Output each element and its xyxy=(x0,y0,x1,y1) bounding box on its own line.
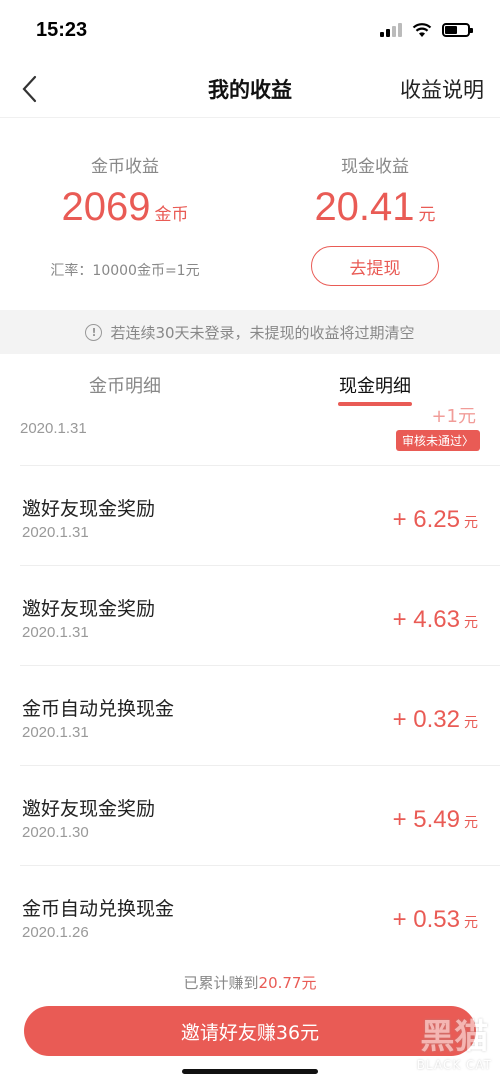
cash-earnings-unit: 元 xyxy=(418,205,436,225)
list-item-amount: + 0.53 xyxy=(392,906,460,933)
list-item-amount: +1元 xyxy=(431,406,476,427)
list-item-amount: + 4.63 xyxy=(392,606,460,633)
expiry-notice-text: 若连续30天未登录，未提现的收益将过期清空 xyxy=(110,323,415,342)
list-item-amount: + 6.25 xyxy=(392,506,460,533)
coin-earnings: 金币收益 2069 金币 xyxy=(0,152,250,230)
list-item-unit: 元 xyxy=(464,815,478,831)
total-earned-label: 已累计赚到 xyxy=(183,974,259,992)
list-item[interactable]: 邀好友现金奖励 2020.1.31 + 4.63 元 xyxy=(20,566,500,666)
list-item-unit: 元 xyxy=(464,915,478,931)
earnings-summary: 金币收益 2069 金币 现金收益 20.41 元 汇率：10000金币=1元 … xyxy=(0,118,500,310)
list-item[interactable]: 金币自动兑换现金 2020.1.31 + 0.32 元 xyxy=(20,666,500,766)
watermark-logo: 黑猫 BLACK CAT xyxy=(417,1009,492,1072)
list-item-unit: 元 xyxy=(464,615,478,631)
tab-coin-details[interactable]: 金币明细 xyxy=(0,372,250,398)
cash-detail-list: +1元 2020.1.31 审核未通过〉 邀好友现金奖励 2020.1.31 +… xyxy=(0,406,500,966)
detail-tabs: 金币明细 现金明细 xyxy=(0,354,500,414)
list-item[interactable]: 金币自动兑换现金 2020.1.26 + 0.53 元 xyxy=(20,866,500,966)
list-item-amount: + 5.49 xyxy=(392,806,460,833)
list-item-date: 2020.1.31 xyxy=(22,724,89,741)
list-item-unit: 元 xyxy=(464,515,478,531)
coin-earnings-label: 金币收益 xyxy=(91,157,159,177)
list-item-title: 金币自动兑换现金 xyxy=(22,698,175,720)
tab-cash-details[interactable]: 现金明细 xyxy=(250,372,500,398)
list-item-date: 2020.1.26 xyxy=(22,924,89,941)
exchange-rate: 汇率：10000金币=1元 xyxy=(50,263,200,279)
invite-friends-button[interactable]: 邀请好友赚36元 xyxy=(24,1006,476,1056)
list-item-date: 2020.1.30 xyxy=(22,824,89,841)
home-indicator[interactable] xyxy=(182,1069,318,1074)
review-failed-badge[interactable]: 审核未通过〉 xyxy=(395,430,480,451)
status-bar: 15:23 xyxy=(0,0,500,60)
list-item-title: 邀好友现金奖励 xyxy=(22,798,156,820)
battery-icon xyxy=(442,23,473,37)
chevron-left-icon xyxy=(22,75,37,103)
cash-earnings: 现金收益 20.41 元 xyxy=(250,152,500,230)
signal-icon xyxy=(380,23,402,37)
list-item-unit: 元 xyxy=(464,715,478,731)
list-item-date: 2020.1.31 xyxy=(22,624,89,641)
tab-active-indicator xyxy=(338,402,412,406)
list-item-title: 金币自动兑换现金 xyxy=(22,898,175,920)
list-item-title: 邀好友现金奖励 xyxy=(22,498,156,520)
cash-earnings-label: 现金收益 xyxy=(341,157,409,177)
total-earned: 已累计赚到20.77元 xyxy=(0,972,500,993)
list-item-date: 2020.1.31 xyxy=(20,420,87,437)
status-icons xyxy=(380,22,473,38)
list-item-title: 邀好友现金奖励 xyxy=(22,598,156,620)
list-item[interactable]: 邀好友现金奖励 2020.1.30 + 5.49 元 xyxy=(20,766,500,866)
nav-bar: 我的收益 收益说明 xyxy=(0,60,500,118)
footer: 已累计赚到20.77元 邀请好友赚36元 黑猫 BLACK CAT xyxy=(0,958,500,1082)
status-time: 15:23 xyxy=(36,18,88,41)
withdraw-button[interactable]: 去提现 xyxy=(311,246,439,286)
info-icon: ! xyxy=(85,323,103,341)
list-item-amount: + 0.32 xyxy=(392,706,460,733)
expiry-notice: ! 若连续30天未登录，未提现的收益将过期清空 xyxy=(0,310,500,354)
back-button[interactable] xyxy=(14,74,44,104)
earnings-explanation-link[interactable]: 收益说明 xyxy=(400,74,484,104)
coin-earnings-value: 2069 xyxy=(61,185,151,229)
list-item-date: 2020.1.31 xyxy=(22,524,89,541)
list-item[interactable]: +1元 2020.1.31 审核未通过〉 xyxy=(20,406,500,466)
wifi-icon xyxy=(412,23,432,37)
cash-earnings-value: 20.41 xyxy=(314,185,415,229)
list-item[interactable]: 邀好友现金奖励 2020.1.31 + 6.25 元 xyxy=(20,466,500,566)
coin-earnings-unit: 金币 xyxy=(154,205,189,225)
total-earned-value: 20.77元 xyxy=(258,974,317,992)
watermark-text: 黑猫 xyxy=(420,1017,489,1057)
watermark-subtext: BLACK CAT xyxy=(416,1058,492,1072)
